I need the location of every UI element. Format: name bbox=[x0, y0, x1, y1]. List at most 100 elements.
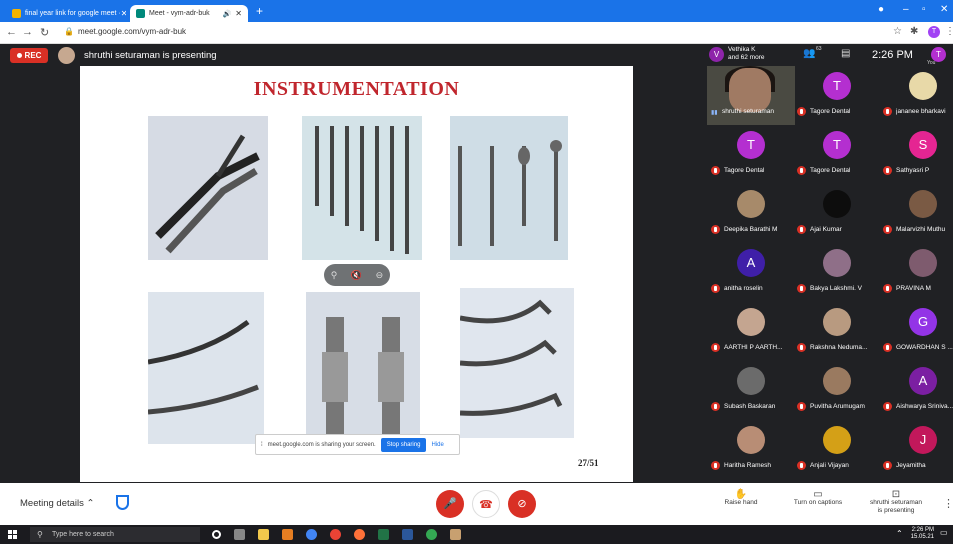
drag-handle-icon[interactable]: ⁞ bbox=[261, 442, 263, 448]
taskbar-search[interactable]: ⚲ Type here to search bbox=[30, 527, 200, 542]
tray-caret-icon[interactable]: ⌃ bbox=[896, 530, 903, 538]
firefox-icon[interactable] bbox=[354, 529, 365, 540]
meeting-time: 2:26 PM bbox=[872, 49, 913, 61]
participant-tile[interactable]: ▮▮ shruthi seturaman bbox=[707, 66, 795, 125]
participant-tile[interactable]: Rakshna Neduma... bbox=[793, 302, 881, 361]
participant-tile[interactable]: T Tagore Dental bbox=[793, 66, 881, 125]
mic-muted-icon bbox=[797, 166, 806, 175]
participant-name: GOWARDHAN S ... bbox=[896, 344, 953, 351]
participant-tile[interactable]: T Tagore Dental bbox=[707, 125, 795, 184]
participant-name: Haritha Ramesh bbox=[724, 462, 771, 469]
participant-tile[interactable]: Ajai Kumar bbox=[793, 184, 881, 243]
mic-muted-icon bbox=[797, 284, 806, 293]
chrome-alt-icon[interactable] bbox=[330, 529, 341, 540]
profile-avatar[interactable]: T bbox=[928, 26, 940, 38]
browser-tab-final-year[interactable]: final year link for google meet · ✕ bbox=[6, 5, 126, 22]
captions-button[interactable]: ▭ Turn on captions bbox=[789, 489, 847, 507]
excel-icon[interactable] bbox=[378, 529, 389, 540]
tab-label: Meet - vym-adr-buk bbox=[149, 10, 210, 17]
browser-menu-icon[interactable]: ⋮ bbox=[945, 26, 953, 37]
participant-tile[interactable]: J Jeyamitha bbox=[879, 420, 953, 479]
participant-tile[interactable]: AARTHI P AARTH... bbox=[707, 302, 795, 361]
hide-share-bar-button[interactable]: Hide bbox=[431, 442, 443, 448]
chrome-profile-icon[interactable] bbox=[426, 529, 437, 540]
participant-tile[interactable]: A Aishwarya Sriniva... bbox=[879, 361, 953, 420]
participant-name: Aishwarya Sriniva... bbox=[896, 403, 953, 410]
participant-name: Puvitha Arumugam bbox=[810, 403, 865, 410]
vlc-icon[interactable] bbox=[282, 529, 293, 540]
participant-avatar: G bbox=[909, 308, 937, 336]
close-tab-icon[interactable]: ✕ bbox=[235, 9, 242, 18]
participant-tile[interactable]: G GOWARDHAN S ... bbox=[879, 302, 953, 361]
participant-tile[interactable]: T Tagore Dental bbox=[793, 125, 881, 184]
mic-muted-icon bbox=[711, 461, 720, 470]
pin-icon[interactable]: ⚲ bbox=[331, 270, 338, 281]
mic-muted-icon bbox=[883, 402, 892, 411]
captions-icon: ▭ bbox=[813, 489, 823, 500]
mic-off-button[interactable]: 🎤 bbox=[436, 490, 464, 518]
participant-tile[interactable]: Aanitha roselin bbox=[707, 243, 795, 302]
participant-avatar bbox=[737, 367, 765, 395]
windows-start-icon[interactable] bbox=[8, 530, 17, 539]
audio-playing-icon[interactable]: 🔊 bbox=[223, 10, 232, 18]
file-explorer-icon[interactable] bbox=[258, 529, 269, 540]
clock[interactable]: 2:26 PM 15.05.21 bbox=[906, 527, 934, 541]
participant-tile[interactable]: jananee bharkavi bbox=[879, 66, 953, 125]
participant-tile[interactable]: Deepika Barathi M bbox=[707, 184, 795, 243]
participant-tile[interactable]: Haritha Ramesh bbox=[707, 420, 795, 479]
mute-presentation-icon[interactable]: 🔇 bbox=[351, 270, 362, 281]
viewer-avatar: V bbox=[709, 47, 724, 62]
participant-tile[interactable]: Puvitha Arumugam bbox=[793, 361, 881, 420]
reload-icon[interactable]: ↻ bbox=[40, 26, 49, 39]
maximize-window-button[interactable]: ▫ bbox=[922, 4, 926, 15]
back-icon[interactable]: ← bbox=[6, 26, 17, 38]
security-shield-icon[interactable] bbox=[116, 495, 129, 510]
photos-icon[interactable] bbox=[450, 529, 461, 540]
elevator-image bbox=[148, 292, 264, 444]
browser-tab-meet[interactable]: Meet - vym-adr-buk 🔊 ✕ bbox=[130, 5, 248, 22]
screen-share-bar: ⁞ meet.google.com is sharing your screen… bbox=[255, 434, 460, 455]
raise-hand-button[interactable]: ✋ Raise hand bbox=[718, 490, 764, 507]
notifications-icon[interactable]: ▭ bbox=[940, 529, 948, 537]
mic-muted-icon bbox=[711, 166, 720, 175]
participant-tile[interactable]: PRAVINA M bbox=[879, 243, 953, 302]
participant-tile[interactable]: Subash Baskaran bbox=[707, 361, 795, 420]
extensions-icon[interactable]: ✱ bbox=[910, 26, 918, 37]
participant-name: Bakya Lakshmi. V bbox=[810, 285, 863, 292]
stop-sharing-button[interactable]: Stop sharing bbox=[380, 437, 427, 452]
participant-tile[interactable]: Malarvizhi Muthu bbox=[879, 184, 953, 243]
forward-icon[interactable]: → bbox=[22, 26, 33, 38]
new-tab-button[interactable]: + bbox=[256, 4, 263, 18]
cortana-icon[interactable] bbox=[212, 530, 221, 539]
close-window-button[interactable]: ✕ bbox=[940, 4, 948, 15]
camera-off-button[interactable]: ⊘ bbox=[508, 490, 536, 518]
leave-call-button[interactable]: ☎ bbox=[472, 490, 500, 518]
remove-tile-icon[interactable]: ⊖ bbox=[376, 270, 384, 281]
people-icon[interactable]: 👥 bbox=[803, 48, 815, 59]
meeting-details-button[interactable]: Meeting details ⌃ bbox=[20, 498, 95, 509]
participant-name: Tagore Dental bbox=[810, 167, 851, 174]
mic-muted-icon bbox=[711, 225, 720, 234]
close-tab-icon[interactable]: ✕ bbox=[121, 9, 126, 18]
url-field[interactable]: 🔒 meet.google.com/vym-adr-buk bbox=[64, 27, 186, 36]
mic-muted-icon bbox=[883, 461, 892, 470]
participant-tile[interactable]: Bakya Lakshmi. V bbox=[793, 243, 881, 302]
cryer-image bbox=[460, 288, 574, 438]
presenting-button[interactable]: ⊡ shruthi seturaman is presenting bbox=[865, 489, 927, 515]
participant-tile[interactable]: Anjali Vijayan bbox=[793, 420, 881, 479]
participant-avatar bbox=[909, 249, 937, 277]
tab-label: final year link for google meet · bbox=[25, 10, 121, 17]
chrome-icon[interactable] bbox=[306, 529, 317, 540]
chat-icon[interactable]: ▤ bbox=[841, 48, 850, 59]
word-icon[interactable] bbox=[402, 529, 413, 540]
present-screen-icon: ⊡ bbox=[891, 489, 901, 500]
more-options-icon[interactable]: ⋮ bbox=[943, 497, 953, 510]
luxator-illustration bbox=[322, 317, 404, 437]
task-view-icon[interactable] bbox=[234, 529, 245, 540]
participant-name: Ajai Kumar bbox=[810, 226, 842, 233]
diamond-burs-illustration bbox=[458, 140, 562, 246]
participant-tile[interactable]: S Sathyasri P bbox=[879, 125, 953, 184]
minimize-window-button[interactable]: – bbox=[903, 4, 909, 15]
lock-icon: 🔒 bbox=[64, 27, 74, 36]
bookmark-star-icon[interactable]: ☆ bbox=[893, 26, 902, 37]
